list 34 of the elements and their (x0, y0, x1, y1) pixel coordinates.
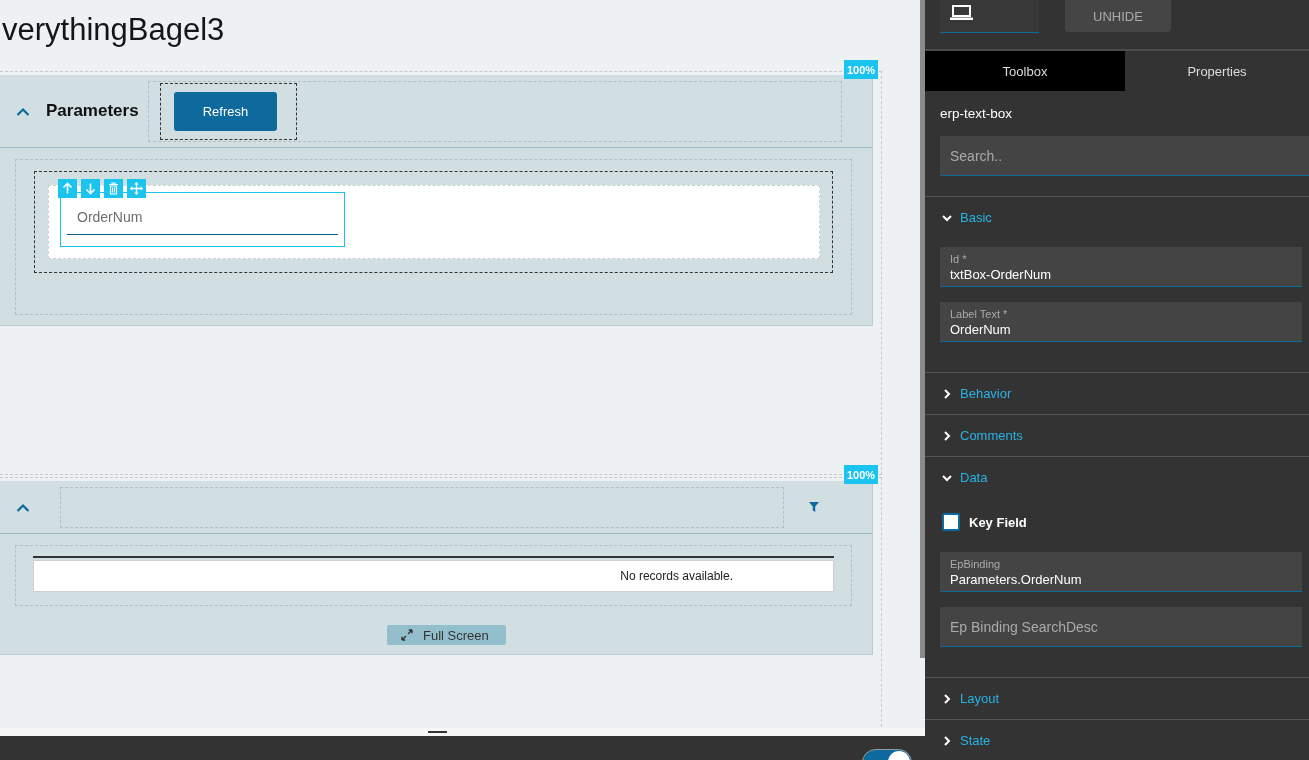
section-toggle[interactable]: Data (925, 457, 1309, 498)
zoom-badge: 100% (844, 465, 878, 484)
laptop-icon (950, 5, 973, 20)
full-screen-button[interactable]: Full Screen (387, 625, 506, 645)
refresh-button[interactable]: Refresh (174, 91, 277, 131)
checkbox[interactable] (942, 513, 960, 531)
toggle-switch[interactable] (862, 749, 912, 760)
zoom-badge: 100% (844, 60, 878, 79)
property-field[interactable]: Id * txtBox-OrderNum (940, 247, 1302, 287)
drag-handle-icon[interactable] (428, 731, 447, 733)
section-toggle[interactable]: Basic (925, 197, 1309, 238)
search-field[interactable]: Search.. (940, 136, 1309, 176)
property-field[interactable]: Label Text * OrderNum (940, 302, 1302, 342)
device-select[interactable] (940, 0, 1039, 33)
page-title: verythingBagel3 (1, 11, 226, 49)
section-toggle[interactable]: Layout (925, 678, 1309, 719)
filter-icon[interactable] (809, 502, 819, 512)
expand-icon (401, 629, 413, 641)
chevron-up-icon[interactable] (16, 106, 30, 116)
tab[interactable]: Toolbox (925, 51, 1125, 91)
section-toggle[interactable]: State (925, 720, 1309, 760)
unhide-button[interactable]: UNHIDE (1065, 0, 1171, 32)
component-name: erp-text-box (939, 105, 1014, 123)
empty-message: No records available. (620, 569, 733, 583)
chevron-up-icon[interactable] (16, 502, 30, 512)
checkbox-label: Key Field (969, 514, 1027, 530)
tab[interactable]: Properties (1125, 51, 1309, 91)
section-toggle[interactable]: Behavior (925, 373, 1309, 414)
property-field[interactable]: EpBinding Parameters.OrderNum (940, 552, 1302, 592)
section-toggle[interactable]: Comments (925, 415, 1309, 456)
property-field[interactable]: Ep Binding SearchDesc (940, 607, 1302, 647)
scrollbar-thumb[interactable] (920, 0, 925, 658)
input-field[interactable]: OrderNum (67, 199, 338, 235)
panel-title: Parameters (46, 101, 140, 121)
